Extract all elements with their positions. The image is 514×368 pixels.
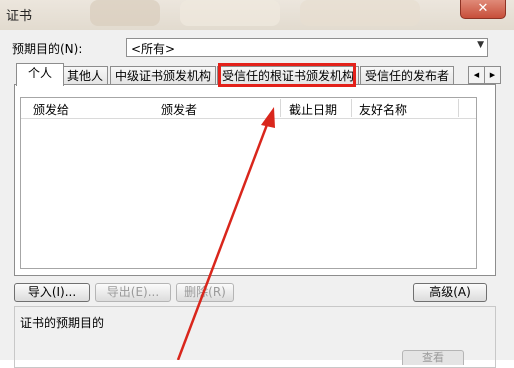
tab-intermediate-ca[interactable]: 中级证书颁发机构 <box>110 66 217 85</box>
chevron-down-icon: ▼ <box>477 40 484 50</box>
column-friendly-name[interactable]: 友好名称 <box>359 101 407 118</box>
purpose-group-label: 证书的预期目的 <box>20 316 105 330</box>
import-button[interactable]: 导入(I)... <box>14 283 90 302</box>
chevron-left-icon: ◀ <box>473 71 480 79</box>
column-divider[interactable] <box>280 99 281 117</box>
blurred-background <box>300 0 420 26</box>
tab-label: 其他人 <box>67 69 104 83</box>
column-expiration-date[interactable]: 截止日期 <box>289 101 337 118</box>
blurred-background <box>180 0 280 26</box>
column-issued-to[interactable]: 颁发给 <box>33 101 69 118</box>
title-bar: 证书 ✕ <box>0 0 514 30</box>
chevron-right-icon: ▶ <box>489 71 496 79</box>
column-divider[interactable] <box>458 99 459 117</box>
close-button[interactable]: ✕ <box>460 0 506 19</box>
close-icon: ✕ <box>477 1 489 16</box>
export-button[interactable]: 导出(E)... <box>95 283 171 302</box>
import-button-label: 导入(I)... <box>27 285 77 299</box>
purpose-dropdown-value: <所有> <box>131 42 176 56</box>
tab-personal[interactable]: 个人 <box>16 63 64 86</box>
certificate-list[interactable]: 颁发给 颁发者 截止日期 友好名称 <box>20 97 477 269</box>
blurred-background <box>90 0 160 26</box>
advanced-button-label: 高级(A) <box>429 285 471 299</box>
advanced-button[interactable]: 高级(A) <box>413 283 487 302</box>
export-button-label: 导出(E)... <box>106 285 160 299</box>
purpose-dropdown[interactable]: <所有> ▼ <box>126 38 488 57</box>
tab-scroll-right-button[interactable]: ▶ <box>484 66 501 84</box>
remove-button-label: 删除(R) <box>184 285 226 299</box>
remove-button[interactable]: 删除(R) <box>176 283 234 302</box>
view-button-label: 查看 <box>422 351 444 364</box>
tab-label: 受信任的发布者 <box>365 69 450 83</box>
list-header: 颁发给 颁发者 截止日期 友好名称 <box>21 98 476 119</box>
highlight-box <box>218 63 356 87</box>
window-title: 证书 <box>6 9 33 24</box>
tab-scroll-left-button[interactable]: ◀ <box>468 66 485 84</box>
purpose-label: 预期目的(N): <box>12 42 83 56</box>
tab-other-people[interactable]: 其他人 <box>62 66 109 85</box>
column-divider[interactable] <box>351 99 352 117</box>
tab-label: 个人 <box>27 66 52 80</box>
view-button[interactable]: 查看 <box>402 350 464 365</box>
tab-label: 中级证书颁发机构 <box>115 69 212 83</box>
column-issued-by[interactable]: 颁发者 <box>161 101 197 118</box>
tab-trusted-publishers[interactable]: 受信任的发布者 <box>360 66 455 85</box>
